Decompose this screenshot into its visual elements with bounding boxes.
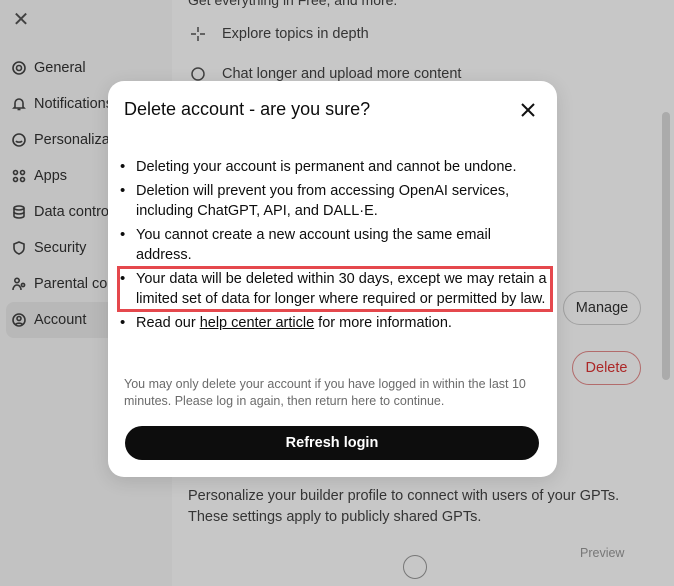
help-suffix: for more information. xyxy=(314,315,452,331)
warning-item-help: Read our help center article for more in… xyxy=(120,313,550,333)
refresh-login-button[interactable]: Refresh login xyxy=(125,426,539,460)
help-prefix: Read our xyxy=(136,315,200,331)
close-icon[interactable] xyxy=(516,98,540,122)
delete-account-dialog: Delete account - are you sure? Deleting … xyxy=(108,81,557,477)
warning-list: Deleting your account is permanent and c… xyxy=(117,157,553,337)
dialog-title: Delete account - are you sure? xyxy=(124,99,371,119)
warning-item: You cannot create a new account using th… xyxy=(120,225,550,265)
warning-item: Deletion will prevent you from accessing… xyxy=(120,181,550,221)
warning-item: Deleting your account is permanent and c… xyxy=(120,157,550,177)
help-center-link[interactable]: help center article xyxy=(200,315,314,331)
warning-item-data-retention: Your data will be deleted within 30 days… xyxy=(117,266,553,312)
login-note: You may only delete your account if you … xyxy=(124,377,526,408)
